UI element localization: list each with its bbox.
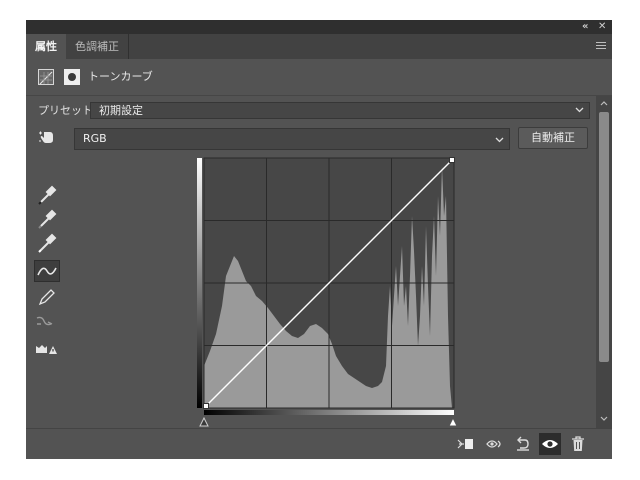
curve-point-black[interactable] [203,403,209,409]
curves-adjustment-icon[interactable] [38,69,54,85]
channel-dropdown[interactable]: RGB [74,128,510,150]
trash-icon[interactable] [569,435,587,453]
scrollbar-thumb[interactable] [599,112,609,362]
layer-mask-icon[interactable] [64,69,80,85]
panel-title-strip: « ✕ [26,20,612,34]
scroll-up-icon[interactable] [600,100,608,106]
view-previous-state-icon[interactable] [486,435,504,453]
tab-adjustments[interactable]: 色調補正 [66,34,129,59]
tab-properties[interactable]: 属性 [26,34,66,59]
hamburger-menu-icon[interactable] [596,42,606,51]
clipping-warning-icon[interactable] [34,338,60,360]
channel-value: RGB [83,132,107,145]
curve-point-tool-icon[interactable] [34,260,60,282]
input-gradient-bar [204,410,454,415]
panel-footer [26,428,612,459]
auto-button[interactable]: 自動補正 [518,127,588,149]
on-image-adjust-icon[interactable] [38,129,56,145]
properties-panel: « ✕ 属性 色調補正 トーンカーブ プリセット： 初期設定 RGB 自動補正 [26,20,612,459]
pencil-icon[interactable] [34,286,60,308]
adjustment-title: トーンカーブ [88,70,153,83]
clip-to-layer-icon[interactable] [456,435,474,453]
curves-graph[interactable] [196,156,458,428]
close-panel-icon[interactable]: ✕ [598,21,606,33]
white-point-eyedropper-icon[interactable] [34,232,60,254]
gray-point-eyedropper-icon[interactable] [34,208,60,230]
curve-point-white[interactable] [449,157,455,163]
chevron-down-icon [575,107,584,113]
black-point-eyedropper-icon[interactable] [34,184,60,206]
adjustment-header: トーンカーブ [26,59,612,96]
curves-content: プリセット： 初期設定 RGB 自動補正 [26,96,596,428]
collapse-panel-icon[interactable]: « [582,21,588,33]
vertical-scrollbar[interactable] [596,96,612,428]
preset-value: 初期設定 [99,104,143,117]
preset-dropdown[interactable]: 初期設定 [90,102,590,119]
smooth-curve-icon [34,310,60,332]
chevron-down-icon [495,137,504,143]
scroll-down-icon[interactable] [600,416,608,422]
reset-icon[interactable] [514,435,532,453]
output-gradient-bar [197,158,202,408]
toggle-visibility-icon[interactable] [539,433,561,455]
panel-tab-bar: 属性 色調補正 [26,34,612,59]
